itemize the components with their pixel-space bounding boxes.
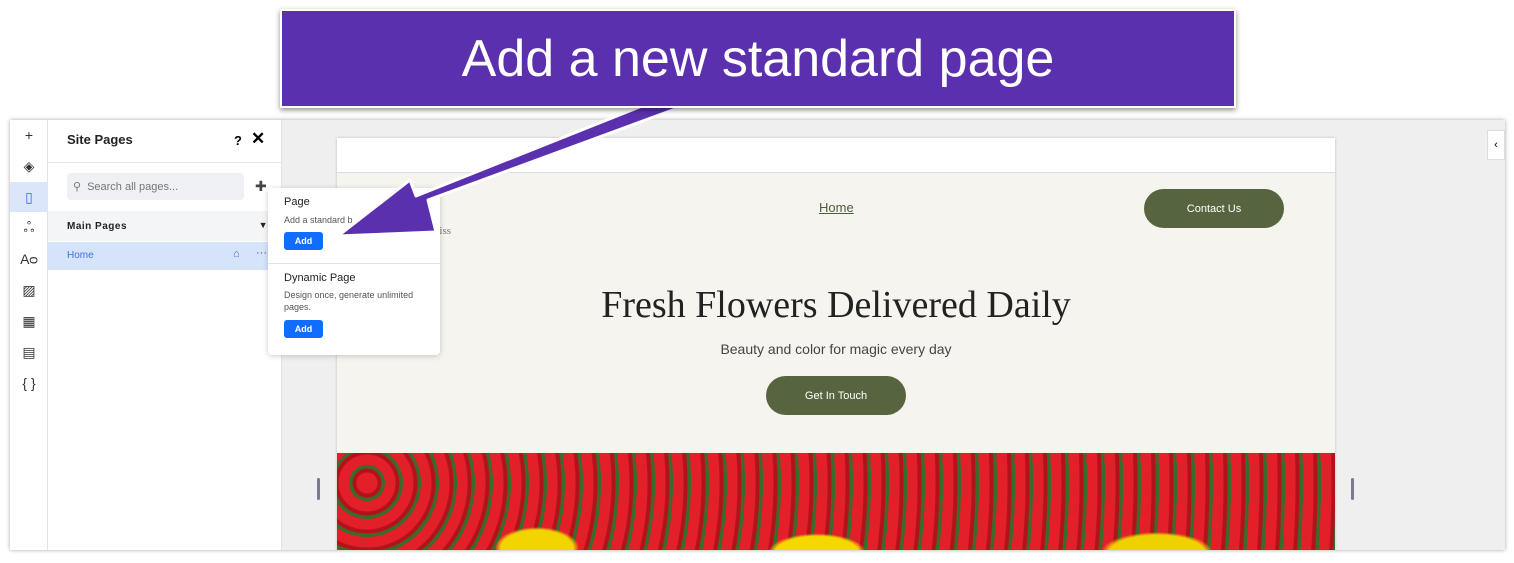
arrow-shape	[336, 88, 702, 238]
instruction-banner: Add a new standard page	[280, 9, 1236, 108]
